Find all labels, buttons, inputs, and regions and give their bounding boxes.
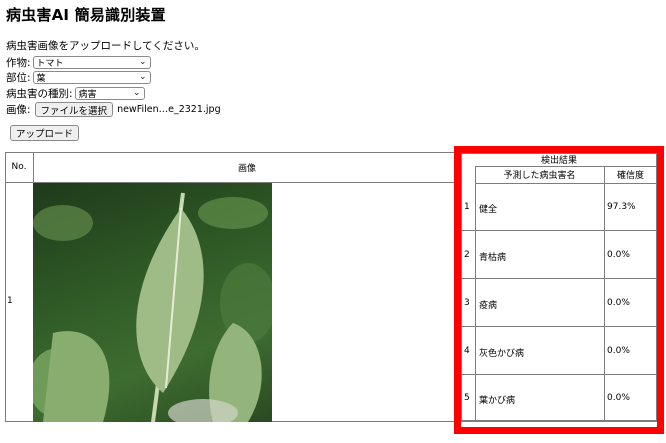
chevron-down-icon: ⌄ <box>139 72 147 82</box>
disease-name: 健全 <box>479 205 498 215</box>
rank: 1 <box>464 202 470 212</box>
rank: 5 <box>464 393 470 403</box>
chevron-down-icon: ⌄ <box>139 57 147 67</box>
header-no: No. <box>11 162 27 172</box>
confidence-value: 0.0% <box>607 346 630 356</box>
intro-text: 病虫害画像をアップロードしてください。 <box>6 40 205 52</box>
crop-select[interactable]: トマト ⌄ <box>32 56 151 69</box>
crop-label: 作物: <box>6 57 31 69</box>
leaf-photo <box>33 183 272 422</box>
disease-name: 灰色かび病 <box>479 349 525 359</box>
rank: 3 <box>464 298 470 308</box>
part-select[interactable]: 葉 ⌄ <box>32 71 151 84</box>
rank: 2 <box>464 250 470 260</box>
header-predicted: 予測した病虫害名 <box>503 171 576 181</box>
rank: 4 <box>464 346 470 356</box>
confidence-value: 0.0% <box>607 250 630 260</box>
confidence-value: 0.0% <box>607 298 630 308</box>
file-name: newFilen…e_2321.jpg <box>117 104 221 115</box>
confidence-value: 97.3% <box>607 202 636 212</box>
crop-row: 作物: トマト ⌄ <box>6 55 151 70</box>
crop-value: トマト <box>36 59 64 69</box>
file-select-button[interactable]: ファイルを選択 <box>34 102 114 117</box>
type-label: 病虫害の種別: <box>6 88 73 100</box>
chevron-down-icon: ⌄ <box>133 88 141 98</box>
type-value: 病害 <box>78 90 97 100</box>
disease-name: 青枯病 <box>479 253 507 263</box>
confidence-value: 0.0% <box>607 393 630 403</box>
header-confidence: 確信度 <box>616 171 644 181</box>
part-label: 部位: <box>6 72 31 84</box>
results-panel <box>461 153 657 421</box>
image-row: 画像: ファイルを選択 newFilen…e_2321.jpg <box>6 102 221 117</box>
image-label: 画像: <box>6 104 31 116</box>
disease-name: 葉かび病 <box>479 396 516 406</box>
type-select[interactable]: 病害 ⌄ <box>74 87 145 100</box>
row-number: 1 <box>7 296 13 306</box>
part-row: 部位: 葉 ⌄ <box>6 70 151 85</box>
header-image: 画像 <box>237 163 256 174</box>
part-value: 葉 <box>36 74 46 84</box>
disease-name: 疫病 <box>479 301 498 311</box>
page-title: 病虫害AI 簡易識別装置 <box>6 6 166 24</box>
type-row: 病虫害の種別: 病害 ⌄ <box>6 86 145 101</box>
header-result: 検出結果 <box>540 156 577 166</box>
upload-button[interactable]: アップロード <box>10 125 80 141</box>
